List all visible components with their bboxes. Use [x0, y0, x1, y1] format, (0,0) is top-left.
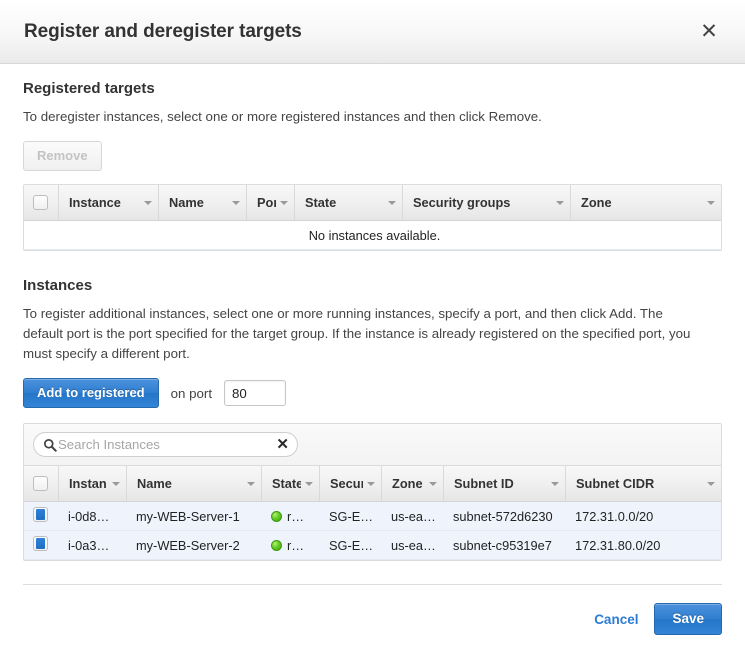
cell-state: r… — [261, 530, 319, 560]
instances-column-security-groups[interactable]: Secur — [319, 466, 381, 502]
chevron-down-icon[interactable] — [232, 200, 240, 205]
registered-empty-row: No instances available. — [24, 220, 721, 250]
dialog-body: Registered targets To deregister instanc… — [0, 64, 745, 561]
registered-column-port[interactable]: Port — [246, 185, 294, 221]
select-all-checkbox[interactable] — [33, 195, 48, 210]
chevron-down-icon[interactable] — [429, 481, 437, 486]
instances-column-name[interactable]: Name — [126, 466, 261, 502]
column-label: Secur — [330, 476, 363, 491]
chevron-down-icon[interactable] — [551, 481, 559, 486]
footer-actions: Cancel Save — [23, 603, 722, 650]
cell-subnet-cidr: 172.31.80.0/20 — [565, 530, 721, 560]
registered-table-header-row: Instance Name Port State Security groups — [24, 185, 721, 221]
cell-instance: i-0a3… — [58, 530, 126, 560]
column-label: Name — [169, 195, 204, 210]
cell-state: r… — [261, 501, 319, 531]
column-label: Instan — [69, 476, 107, 491]
dialog-header: Register and deregister targets ✕ — [0, 0, 745, 64]
registered-column-security-groups[interactable]: Security groups — [402, 185, 570, 221]
row-checkbox-cell — [24, 530, 58, 560]
table-row[interactable]: i-0d8… my-WEB-Server-1 r… SG-E… us-ea… s… — [24, 501, 721, 531]
add-controls: Add to registered on port — [23, 378, 722, 408]
state-label: r… — [287, 537, 305, 553]
cell-instance: i-0d8… — [58, 501, 126, 531]
status-running-icon — [271, 539, 282, 551]
instances-select-all-header — [24, 466, 58, 502]
column-label: Security groups — [413, 195, 511, 210]
on-port-label: on port — [170, 385, 213, 401]
instances-column-state[interactable]: State — [261, 466, 319, 502]
chevron-down-icon[interactable] — [144, 200, 152, 205]
dialog-footer: Cancel Save — [0, 584, 745, 650]
cell-name: my-WEB-Server-1 — [126, 501, 261, 531]
remove-button[interactable]: Remove — [23, 141, 102, 171]
cell-subnet-id: subnet-c95319e7 — [443, 530, 565, 560]
cell-subnet-cidr: 172.31.0.0/20 — [565, 501, 721, 531]
table-row[interactable]: i-0a3… my-WEB-Server-2 r… SG-E… us-ea… s… — [24, 530, 721, 560]
search-input[interactable] — [58, 437, 273, 452]
register-deregister-targets-dialog: Register and deregister targets ✕ Regist… — [0, 0, 745, 650]
chevron-down-icon[interactable] — [247, 481, 255, 486]
instances-table-header-row: Instan Name State Secur Zone Subnet ID S… — [24, 466, 721, 502]
search-box[interactable]: ✕ — [33, 432, 298, 457]
instances-search-bar: ✕ — [23, 423, 722, 465]
column-label: Subnet ID — [454, 476, 514, 491]
column-label: Instance — [69, 195, 121, 210]
instances-column-instance[interactable]: Instan — [58, 466, 126, 502]
column-label: Zone — [581, 195, 612, 210]
instances-column-subnet-cidr[interactable]: Subnet CIDR — [565, 466, 721, 502]
add-to-registered-button[interactable]: Add to registered — [23, 378, 159, 408]
registered-column-instance[interactable]: Instance — [58, 185, 158, 221]
chevron-down-icon[interactable] — [305, 481, 313, 486]
instances-column-zone[interactable]: Zone — [381, 466, 443, 502]
cell-zone: us-ea… — [381, 501, 443, 531]
port-input[interactable] — [224, 380, 287, 406]
instances-column-subnet-id[interactable]: Subnet ID — [443, 466, 565, 502]
registered-column-name[interactable]: Name — [158, 185, 246, 221]
column-label: Subnet CIDR — [576, 476, 655, 491]
instances-table: Instan Name State Secur Zone Subnet ID S… — [23, 465, 722, 561]
registered-targets-table: Instance Name Port State Security groups — [23, 184, 722, 251]
cell-security-groups: SG-E… — [319, 501, 381, 531]
chevron-down-icon[interactable] — [388, 200, 396, 205]
registered-targets-description: To deregister instances, select one or m… — [23, 109, 542, 124]
clear-icon[interactable]: ✕ — [272, 437, 289, 452]
instances-heading: Instances — [23, 277, 93, 294]
column-label: Name — [137, 476, 172, 491]
row-checkbox[interactable] — [33, 507, 48, 522]
select-all-checkbox[interactable] — [33, 476, 48, 491]
cell-zone: us-ea… — [381, 530, 443, 560]
cell-name: my-WEB-Server-2 — [126, 530, 261, 560]
chevron-down-icon[interactable] — [556, 200, 564, 205]
cell-security-groups: SG-E… — [319, 530, 381, 560]
registered-select-all-header — [24, 185, 58, 221]
instances-description: To register additional instances, select… — [23, 306, 691, 361]
search-icon — [43, 438, 57, 452]
close-icon[interactable]: ✕ — [695, 18, 723, 46]
dialog-title: Register and deregister targets — [24, 20, 302, 42]
registered-column-zone[interactable]: Zone — [570, 185, 721, 221]
row-checkbox[interactable] — [33, 536, 48, 551]
cell-subnet-id: subnet-572d6230 — [443, 501, 565, 531]
chevron-down-icon[interactable] — [707, 200, 715, 205]
status-running-icon — [271, 510, 282, 522]
footer-divider — [23, 584, 722, 585]
registered-empty-message: No instances available. — [24, 220, 721, 250]
chevron-down-icon[interactable] — [367, 481, 375, 486]
chevron-down-icon[interactable] — [280, 200, 288, 205]
cancel-button[interactable]: Cancel — [592, 608, 640, 631]
row-checkbox-cell — [24, 501, 58, 531]
column-label: Zone — [392, 476, 423, 491]
chevron-down-icon[interactable] — [112, 481, 120, 486]
state-label: r… — [287, 508, 305, 524]
column-label: State — [272, 476, 301, 491]
column-label: State — [305, 195, 337, 210]
column-label: Port — [257, 195, 276, 210]
registered-column-state[interactable]: State — [294, 185, 402, 221]
chevron-down-icon[interactable] — [707, 481, 715, 486]
registered-targets-heading: Registered targets — [23, 80, 155, 97]
save-button[interactable]: Save — [654, 603, 722, 635]
instances-table-body: i-0d8… my-WEB-Server-1 r… SG-E… us-ea… s… — [24, 501, 721, 560]
